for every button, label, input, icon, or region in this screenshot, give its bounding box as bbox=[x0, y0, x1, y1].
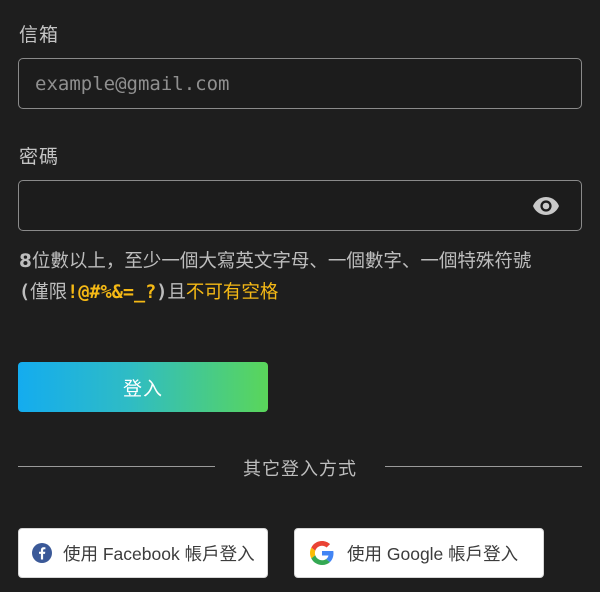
eye-icon[interactable] bbox=[531, 194, 561, 218]
password-hint: 8位數以上，至少一個大寫英文字母、一個數字、一個特殊符號 (僅限!@#%&=_?)… bbox=[19, 246, 589, 308]
google-icon bbox=[310, 541, 334, 565]
login-form: 信箱 密碼 8位數以上，至少一個大寫英文字母、一個數字、一個特殊符號(僅限!@#… bbox=[0, 0, 600, 592]
facebook-login-button[interactable]: 使用 Facebook 帳戶登入 bbox=[18, 528, 268, 578]
divider-line-right bbox=[385, 466, 582, 467]
hint-paren-open: ( bbox=[19, 282, 31, 303]
password-label: 密碼 bbox=[19, 146, 60, 168]
hint-only: 僅限 bbox=[30, 282, 68, 303]
divider-line-left bbox=[18, 466, 215, 467]
google-login-button[interactable]: 使用 Google 帳戶登入 bbox=[294, 528, 544, 578]
hint-symbols: !@#%&=_? bbox=[67, 282, 157, 303]
hint-and: 且 bbox=[167, 282, 186, 303]
email-field-box bbox=[18, 58, 582, 109]
password-input[interactable] bbox=[19, 181, 581, 230]
facebook-icon bbox=[32, 543, 52, 563]
login-button[interactable]: 登入 bbox=[18, 362, 268, 412]
hint-rules: 位數以上，至少一個大寫英文字母、一個數字、一個特殊符號 bbox=[31, 251, 532, 272]
hint-paren-close: ) bbox=[156, 282, 168, 303]
facebook-login-label: 使用 Facebook 帳戶登入 bbox=[63, 543, 255, 564]
hint-digits: 8 bbox=[19, 251, 32, 272]
divider-text: 其它登入方式 bbox=[243, 459, 357, 480]
email-label: 信箱 bbox=[19, 24, 60, 46]
google-login-label: 使用 Google 帳戶登入 bbox=[347, 543, 519, 564]
email-input[interactable] bbox=[19, 59, 581, 108]
hint-warning: 不可有空格 bbox=[185, 282, 279, 303]
password-field-box bbox=[18, 180, 582, 231]
